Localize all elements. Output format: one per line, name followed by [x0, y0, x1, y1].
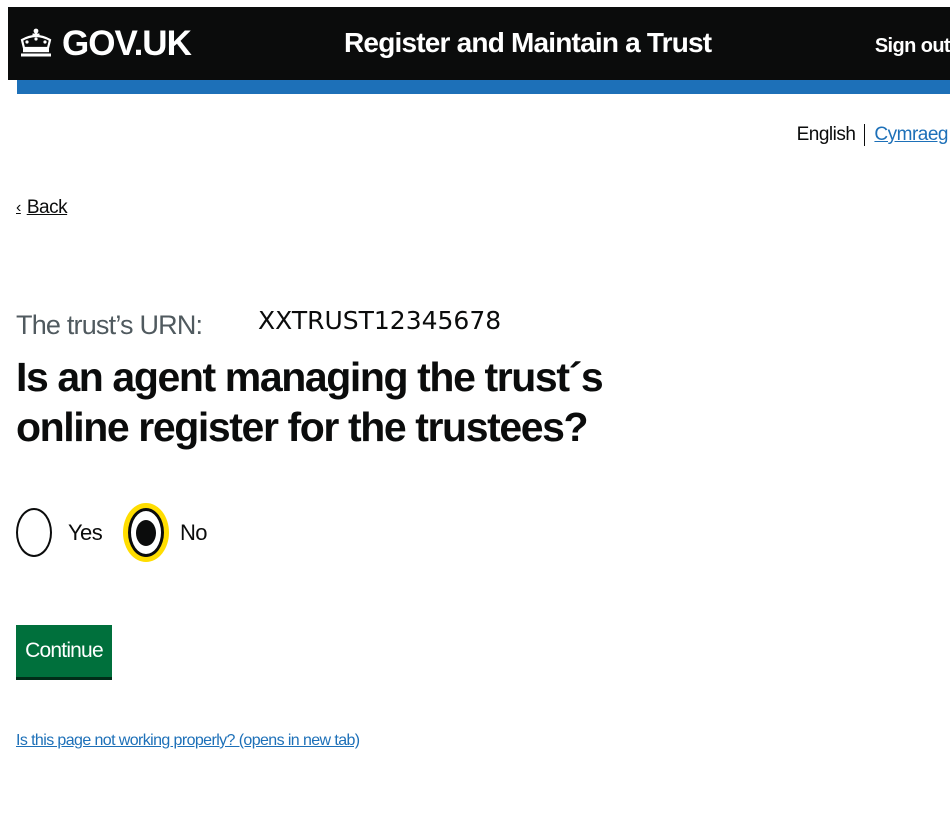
radio-no-input[interactable] — [128, 508, 164, 557]
urn-value: XXTRUST12345678 — [258, 306, 502, 335]
back-link[interactable]: ‹ Back — [16, 197, 68, 219]
continue-button[interactable]: Continue — [16, 625, 112, 677]
back-link-label: Back — [26, 197, 68, 218]
sign-out-link[interactable]: Sign out — [875, 35, 950, 58]
report-problem-link[interactable]: Is this page not working properly? (open… — [16, 732, 360, 750]
language-welsh-link[interactable]: Cymraeg — [874, 124, 948, 146]
radio-option-no[interactable]: No — [128, 508, 208, 557]
language-toggle: English Cymraeg — [797, 124, 948, 146]
urn-caption: The trust’s URN: — [16, 310, 203, 340]
radio-yes-input[interactable] — [16, 508, 52, 557]
logo-text: GOV.UK — [62, 23, 192, 63]
service-name-link[interactable]: Register and Maintain a Trust — [344, 29, 712, 57]
language-english: English — [796, 124, 856, 145]
chevron-left-icon: ‹ — [16, 199, 21, 216]
page-heading: Is an agent managing the trust´s online … — [16, 354, 604, 450]
language-separator — [864, 124, 866, 146]
site-header: GOV.UK Register and Maintain a Trust Sig… — [8, 7, 950, 80]
radio-yes-label: Yes — [68, 519, 103, 545]
govuk-logo-link[interactable]: GOV.UK — [18, 23, 192, 63]
radio-no-label: No — [180, 519, 208, 545]
header-blue-bar — [17, 80, 950, 94]
radio-option-yes[interactable]: Yes — [16, 508, 103, 557]
crown-icon — [18, 28, 54, 58]
radio-selected-dot — [136, 519, 156, 546]
